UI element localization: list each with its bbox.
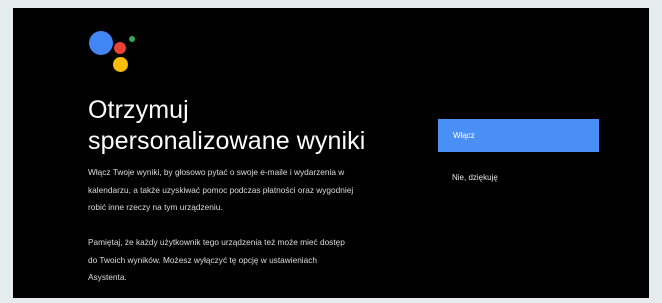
logo-red-dot [114,42,126,54]
privacy-note-paragraph: Pamiętaj, że każdy użytkownik tego urząd… [88,234,418,287]
logo-green-dot [129,36,135,42]
enable-button[interactable]: Włącz [438,119,599,152]
description-line-1: Włącz Twoje wyniki, by głosowo pytać o s… [88,167,345,177]
description-paragraph: Włącz Twoje wyniki, by głosowo pytać o s… [88,164,418,217]
assistant-setup-screen: Otrzymuj spersonalizowane wyniki Włącz T… [13,8,649,298]
logo-blue-dot [89,31,113,55]
page-title-line-2: spersonalizowane wyniki [88,127,366,155]
privacy-note-line-3: Asystenta. [88,272,127,282]
description-line-3: robić inne rzeczy na tym urządzeniu. [88,202,223,212]
description-line-2: kalendarzu, a także uzyskiwać pomoc podc… [88,184,354,195]
google-assistant-logo-icon [89,31,139,81]
decline-button[interactable]: Nie, dziękuję [438,167,599,189]
privacy-note-line-1: Pamiętaj, że każdy użytkownik tego urząd… [88,237,345,247]
page-title: Otrzymuj spersonalizowane wyniki [88,95,408,157]
device-frame: Otrzymuj spersonalizowane wyniki Włącz T… [0,0,662,303]
privacy-note-line-2: do Twoich wyników. Możesz wyłączyć tę op… [88,254,318,265]
logo-yellow-dot [113,57,128,72]
page-title-line-1: Otrzymuj [88,96,189,124]
